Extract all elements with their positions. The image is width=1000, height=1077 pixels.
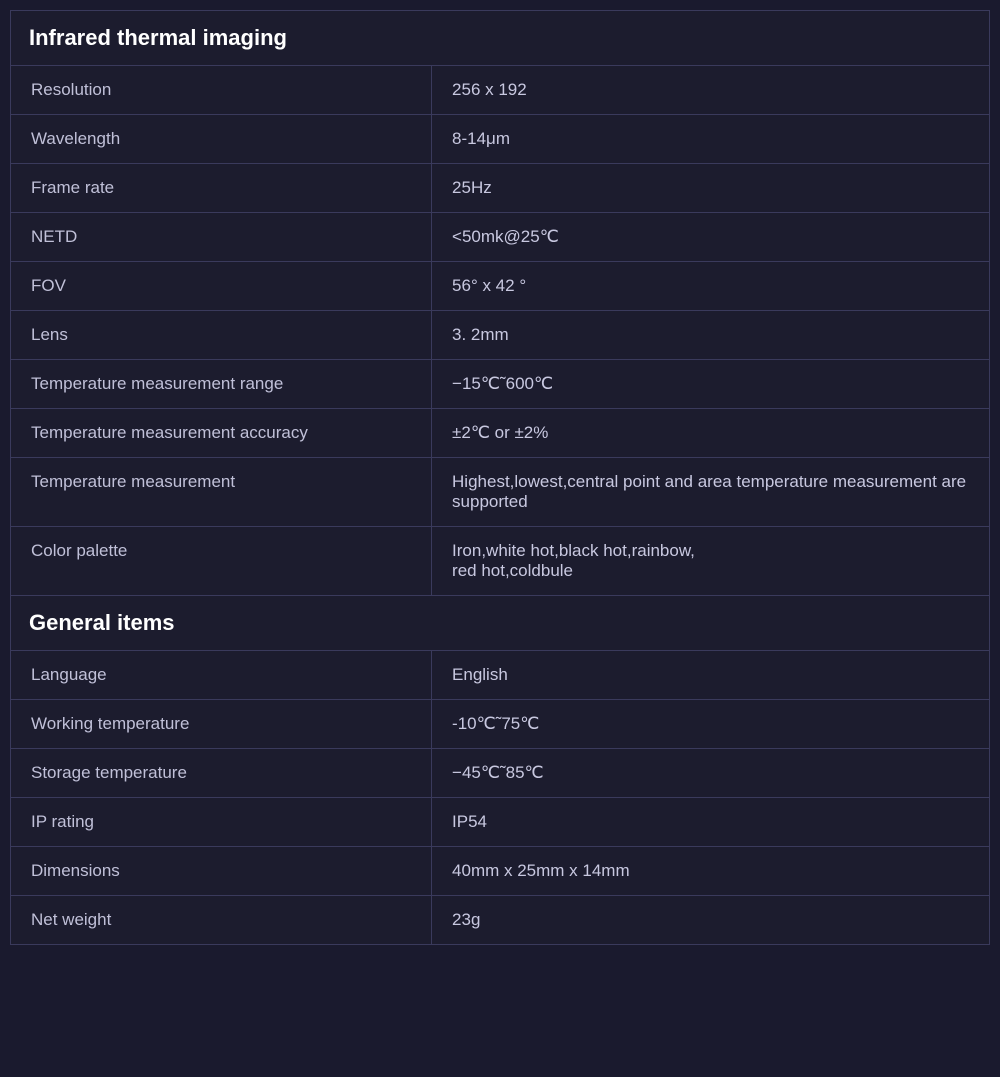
row-value: Highest,lowest,central point and area te…	[432, 458, 989, 527]
row-label: NETD	[11, 213, 432, 262]
row-label: Working temperature	[11, 700, 432, 749]
table-row: LanguageEnglish	[11, 651, 989, 700]
row-label: Lens	[11, 311, 432, 360]
row-label: Temperature measurement range	[11, 360, 432, 409]
row-label: Resolution	[11, 66, 432, 115]
row-label: Dimensions	[11, 847, 432, 896]
table-row: Resolution256 x 192	[11, 66, 989, 115]
table-row: Dimensions40mm x 25mm x 14mm	[11, 847, 989, 896]
row-value: <50mk@25℃	[432, 213, 989, 262]
table-row: Temperature measurement range−15℃˜600℃	[11, 360, 989, 409]
row-value: ±2℃ or ±2%	[432, 409, 989, 458]
row-label: Storage temperature	[11, 749, 432, 798]
row-value: Iron,white hot,black hot,rainbow,red hot…	[432, 527, 989, 596]
row-label: Color palette	[11, 527, 432, 596]
row-value: 256 x 192	[432, 66, 989, 115]
row-label: Frame rate	[11, 164, 432, 213]
row-label: IP rating	[11, 798, 432, 847]
table-row: Frame rate25Hz	[11, 164, 989, 213]
row-value: -10℃˜75℃	[432, 700, 989, 749]
table-general: LanguageEnglishWorking temperature-10℃˜7…	[11, 651, 989, 944]
row-label: Language	[11, 651, 432, 700]
row-label: Temperature measurement	[11, 458, 432, 527]
row-value: 23g	[432, 896, 989, 945]
section-title-general: General items	[29, 610, 175, 635]
row-value: 3. 2mm	[432, 311, 989, 360]
table-row: Temperature measurement accuracy±2℃ or ±…	[11, 409, 989, 458]
row-value: IP54	[432, 798, 989, 847]
table-row: Temperature measurementHighest,lowest,ce…	[11, 458, 989, 527]
row-value: −15℃˜600℃	[432, 360, 989, 409]
row-value: 40mm x 25mm x 14mm	[432, 847, 989, 896]
table-infrared: Resolution256 x 192Wavelength8-14μmFrame…	[11, 66, 989, 595]
table-row: NETD<50mk@25℃	[11, 213, 989, 262]
section-header-general: General items	[11, 595, 989, 651]
table-row: Color paletteIron,white hot,black hot,ra…	[11, 527, 989, 596]
row-label: Net weight	[11, 896, 432, 945]
table-row: Working temperature-10℃˜75℃	[11, 700, 989, 749]
table-row: Net weight23g	[11, 896, 989, 945]
table-row: Wavelength8-14μm	[11, 115, 989, 164]
row-value: 25Hz	[432, 164, 989, 213]
row-label: Temperature measurement accuracy	[11, 409, 432, 458]
table-row: IP ratingIP54	[11, 798, 989, 847]
row-value: −45℃˜85℃	[432, 749, 989, 798]
row-value: 56° x 42 °	[432, 262, 989, 311]
section-title-infrared: Infrared thermal imaging	[29, 25, 287, 50]
table-row: Storage temperature−45℃˜85℃	[11, 749, 989, 798]
spec-table: Infrared thermal imaging Resolution256 x …	[10, 10, 990, 945]
row-value: 8-14μm	[432, 115, 989, 164]
row-label: FOV	[11, 262, 432, 311]
row-label: Wavelength	[11, 115, 432, 164]
row-value: English	[432, 651, 989, 700]
table-row: Lens3. 2mm	[11, 311, 989, 360]
section-header-infrared: Infrared thermal imaging	[11, 11, 989, 66]
table-row: FOV56° x 42 °	[11, 262, 989, 311]
